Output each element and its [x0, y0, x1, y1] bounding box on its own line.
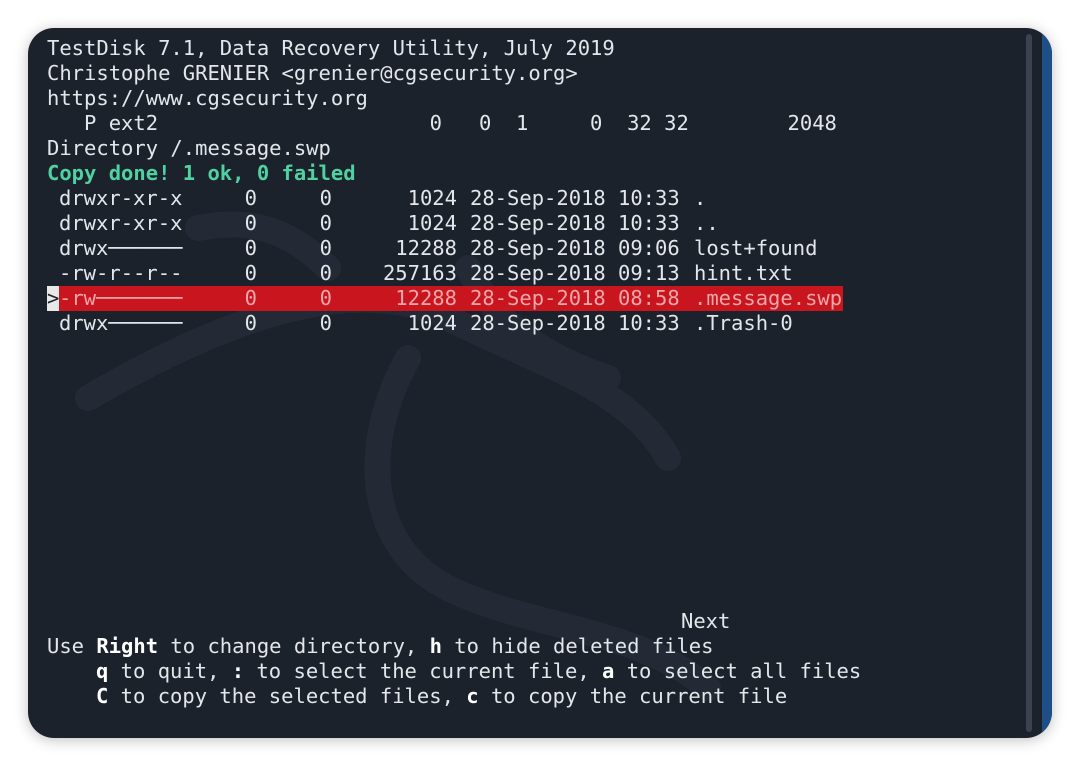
file-date: 28-Sep-2018: [470, 311, 606, 335]
file-gid: 0: [319, 261, 332, 285]
file-name: .Trash-0: [694, 311, 793, 335]
app-title-line: TestDisk 7.1, Data Recovery Utility, Jul…: [47, 36, 615, 60]
file-time: 09:06: [618, 236, 680, 260]
file-row[interactable]: -rw-r--r-- 0 0 257163 28-Sep-2018 09:13 hint.t…: [47, 261, 843, 286]
file-size: 1024: [407, 211, 457, 235]
help-text: to select the current file,: [244, 659, 603, 683]
help-line-3: C to copy the selected files, c to copy …: [96, 684, 787, 709]
help-text: to select all files: [614, 659, 862, 683]
file-size: 12288: [395, 236, 457, 260]
file-name: hint.txt: [694, 261, 793, 285]
author-line: Christophe GRENIER <grenier@cgsecurity.o…: [47, 61, 578, 85]
file-perm: drwxr-xr-x: [59, 211, 183, 235]
file-row[interactable]: drwxr-xr-x 0 0 1024 28-Sep-2018 10:33.: [47, 186, 843, 211]
help-key-a: a: [602, 659, 615, 683]
partition-line: P ext2 0 0 1 0 32 32 2048: [47, 111, 837, 135]
file-uid: 0: [244, 211, 257, 235]
next-link[interactable]: Next: [681, 609, 730, 634]
file-time: 10:33: [618, 186, 680, 210]
file-perm: drwx──────: [59, 236, 183, 260]
file-time: 09:13: [618, 261, 680, 285]
file-name: .message.swp: [694, 286, 843, 310]
help-text: Use: [47, 634, 97, 658]
file-size: 1024: [407, 186, 457, 210]
help-key-c: c: [466, 684, 479, 708]
help-line-2: q to quit, : to select the current file,…: [96, 659, 861, 684]
terminal-window: TestDisk 7.1, Data Recovery Utility, Jul…: [28, 28, 1052, 738]
file-name: .: [694, 186, 707, 210]
selection-cursor: >: [47, 286, 60, 311]
file-time: 10:33: [618, 211, 680, 235]
url-line: https://www.cgsecurity.org: [47, 86, 368, 110]
help-text: to quit,: [108, 659, 232, 683]
copy-status-line: Copy done! 1 ok, 0 failed: [47, 161, 356, 185]
help-text: to copy the selected files,: [108, 684, 467, 708]
file-size: 1024: [407, 311, 457, 335]
file-perm: -rw-r--r--: [59, 261, 183, 285]
file-size: 12288: [395, 286, 457, 310]
file-perm: drwx──────: [59, 311, 183, 335]
file-row[interactable]: drwxr-xr-x 0 0 1024 28-Sep-2018 10:33..: [47, 211, 843, 236]
help-text: to change directory,: [158, 634, 430, 658]
help-key-q: q: [96, 659, 109, 683]
help-key-colon: :: [231, 659, 245, 683]
file-uid: 0: [244, 311, 257, 335]
file-uid: 0: [244, 286, 257, 310]
file-row[interactable]: drwx────── 0 0 12288 28-Sep-2018 09:06 lost+fo…: [47, 236, 843, 261]
file-perm: drwxr-xr-x: [59, 186, 183, 210]
scrollbar[interactable]: [1026, 34, 1032, 732]
help-line-1: Use Right to change directory, h to hide…: [47, 634, 714, 659]
file-perm: -rw───────: [59, 286, 183, 310]
help-key-C: C: [96, 684, 109, 708]
file-date: 28-Sep-2018: [470, 211, 606, 235]
window-edge-accent: [1042, 28, 1052, 738]
help-text: to copy the current file: [478, 684, 788, 708]
file-uid: 0: [244, 236, 257, 260]
help-key-right: Right: [96, 634, 159, 658]
file-name: lost+found: [694, 236, 818, 260]
file-size: 257163: [382, 261, 457, 285]
file-uid: 0: [244, 186, 257, 210]
file-uid: 0: [244, 261, 257, 285]
file-gid: 0: [319, 311, 332, 335]
file-date: 28-Sep-2018: [470, 236, 606, 260]
help-text: to hide deleted files: [441, 634, 714, 658]
file-time: 08:58: [618, 286, 680, 310]
file-row-selected[interactable]: > -rw─────── 0 0 12288 28-Sep-2018 08:58 .messa…: [47, 286, 843, 311]
file-date: 28-Sep-2018: [470, 261, 606, 285]
file-date: 28-Sep-2018: [470, 186, 606, 210]
file-row[interactable]: drwx────── 0 0 1024 28-Sep-2018 10:33 .Trash-0: [47, 311, 843, 336]
help-key-h: h: [429, 634, 442, 658]
directory-line: Directory /.message.swp: [47, 136, 331, 160]
file-name: ..: [694, 211, 719, 235]
file-date: 28-Sep-2018: [470, 286, 606, 310]
file-gid: 0: [319, 286, 332, 310]
file-gid: 0: [319, 186, 332, 210]
file-gid: 0: [319, 211, 332, 235]
file-time: 10:33: [618, 311, 680, 335]
file-gid: 0: [319, 236, 332, 260]
